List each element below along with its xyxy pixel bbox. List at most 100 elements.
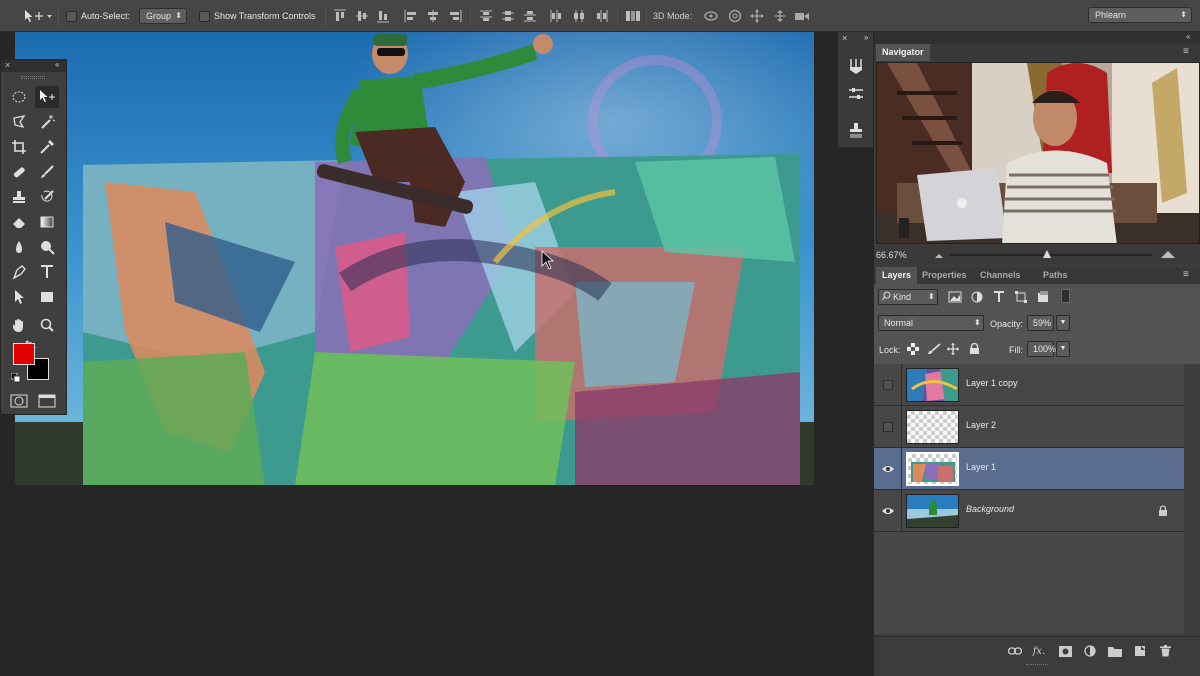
lock-position-icon[interactable] — [947, 343, 959, 355]
close-icon[interactable]: × — [842, 33, 847, 43]
hand-tool-icon[interactable] — [7, 314, 31, 336]
collapse-icon[interactable]: « — [1186, 32, 1190, 41]
auto-select-checkbox[interactable] — [65, 8, 77, 24]
move-tool-icon[interactable] — [35, 86, 59, 108]
crop-tool-icon[interactable] — [7, 136, 31, 158]
layer-row-background[interactable]: Background — [874, 490, 1184, 532]
3d-scale-icon[interactable] — [793, 8, 811, 24]
rectangle-tool-icon[interactable] — [35, 286, 59, 308]
align-hcenter-icon[interactable] — [425, 8, 441, 24]
layers-scrollbar[interactable] — [1184, 364, 1200, 634]
3d-pan-icon[interactable] — [748, 8, 766, 24]
visibility-toggle[interactable] — [874, 406, 902, 448]
tab-paths[interactable]: Paths — [1037, 267, 1074, 284]
lock-icon[interactable] — [1158, 505, 1168, 516]
layer-filter-dropdown[interactable]: Kind ⬍ — [878, 289, 938, 305]
history-brush-icon[interactable] — [35, 186, 59, 208]
layer-row-layer-1[interactable]: Layer 1 — [874, 448, 1184, 490]
default-colors-icon[interactable] — [11, 373, 21, 383]
screen-mode-icon[interactable] — [35, 390, 59, 412]
filter-pixel-icon[interactable] — [948, 290, 962, 304]
pen-tool-icon[interactable] — [7, 261, 31, 283]
gradient-tool-icon[interactable] — [35, 211, 59, 233]
fx-icon[interactable]: fx. — [1032, 644, 1046, 658]
lock-all-icon[interactable] — [969, 343, 980, 355]
auto-align-icon[interactable] — [624, 8, 642, 24]
path-selection-icon[interactable] — [7, 286, 31, 308]
distribute-top-icon[interactable] — [478, 8, 494, 24]
eyedropper-icon[interactable] — [35, 136, 59, 158]
dock-header[interactable]: « — [874, 32, 1200, 44]
opacity-chevron-icon[interactable]: ▼ — [1056, 315, 1070, 331]
tab-navigator[interactable]: Navigator — [876, 44, 930, 61]
filter-adjustment-icon[interactable] — [970, 290, 984, 304]
document-canvas[interactable] — [15, 32, 814, 485]
layer-name[interactable]: Layer 1 — [966, 462, 996, 472]
type-tool-icon[interactable] — [35, 261, 59, 283]
align-vcenter-icon[interactable] — [354, 8, 370, 24]
folder-icon[interactable] — [1108, 644, 1122, 658]
adjustment-layer-icon[interactable] — [1083, 644, 1097, 658]
show-transform-checkbox[interactable] — [198, 8, 210, 24]
zoom-slider-track[interactable] — [950, 254, 1152, 256]
distribute-bottom-icon[interactable] — [522, 8, 538, 24]
align-bottom-icon[interactable] — [375, 8, 391, 24]
navigator-thumbnail[interactable] — [876, 62, 1200, 244]
opacity-input[interactable]: 59% — [1027, 315, 1054, 331]
visibility-toggle[interactable] — [874, 490, 902, 532]
lock-pixels-icon[interactable] — [927, 343, 941, 355]
align-top-icon[interactable] — [332, 8, 348, 24]
close-icon[interactable]: × — [5, 60, 10, 70]
panel-menu-icon[interactable]: ≡ — [1183, 46, 1189, 57]
panel-menu-icon[interactable]: ≡ — [1183, 269, 1189, 280]
resize-grip-icon[interactable] — [1026, 664, 1048, 667]
auto-select-dropdown[interactable]: Group — [139, 8, 187, 24]
zoom-out-icon[interactable] — [934, 251, 944, 259]
blend-mode-dropdown[interactable]: Normal ⬍ — [878, 315, 984, 331]
grip-icon[interactable] — [21, 76, 45, 79]
align-right-icon[interactable] — [447, 8, 463, 24]
3d-roll-icon[interactable] — [726, 8, 744, 24]
align-left-icon[interactable] — [403, 8, 419, 24]
clone-source-icon[interactable] — [842, 118, 869, 142]
foreground-color-swatch[interactable] — [13, 343, 35, 365]
layer-row-layer-1-copy[interactable]: Layer 1 copy — [874, 364, 1184, 406]
marquee-tool-icon[interactable] — [7, 86, 31, 108]
distribute-vcenter-icon[interactable] — [500, 8, 516, 24]
fill-input[interactable]: 100% — [1027, 341, 1056, 357]
adjustments-icon[interactable] — [842, 82, 869, 106]
visibility-toggle[interactable] — [874, 364, 902, 406]
fill-chevron-icon[interactable]: ▼ — [1056, 341, 1070, 357]
filter-smart-object-icon[interactable] — [1036, 290, 1050, 304]
clone-stamp-icon[interactable] — [7, 186, 31, 208]
tab-properties[interactable]: Properties — [916, 267, 973, 284]
healing-brush-icon[interactable] — [7, 161, 31, 183]
workspace-dropdown[interactable]: Phlearn — [1088, 7, 1192, 23]
quick-mask-icon[interactable] — [7, 390, 31, 412]
layer-name[interactable]: Layer 1 copy — [966, 378, 1018, 388]
lasso-tool-icon[interactable] — [7, 111, 31, 133]
distribute-left-icon[interactable] — [548, 8, 564, 24]
dodge-tool-icon[interactable] — [35, 236, 59, 258]
eraser-tool-icon[interactable] — [7, 211, 31, 233]
layer-name[interactable]: Background — [966, 504, 1014, 514]
add-mask-icon[interactable] — [1058, 644, 1072, 658]
tools-panel-header[interactable]: × « — [1, 60, 66, 72]
filter-shape-icon[interactable] — [1014, 290, 1028, 304]
tab-channels[interactable]: Channels — [974, 267, 1027, 284]
layer-row-layer-2[interactable]: Layer 2 — [874, 406, 1184, 448]
tab-layers[interactable]: Layers — [876, 267, 918, 284]
zoom-in-icon[interactable] — [1160, 249, 1176, 259]
distribute-hcenter-icon[interactable] — [571, 8, 587, 24]
filter-toggle[interactable] — [1061, 289, 1070, 303]
magic-wand-icon[interactable] — [35, 111, 59, 133]
blur-tool-icon[interactable] — [7, 236, 31, 258]
brush-presets-icon[interactable] — [842, 54, 869, 78]
collapse-icon[interactable]: » — [864, 33, 868, 42]
trash-icon[interactable] — [1158, 644, 1172, 658]
zoom-level[interactable]: 66.67% — [876, 250, 907, 260]
move-tool-preset-icon[interactable] — [20, 8, 54, 24]
zoom-tool-icon[interactable] — [35, 314, 59, 336]
zoom-slider-handle[interactable] — [1043, 250, 1051, 258]
layer-name[interactable]: Layer 2 — [966, 420, 996, 430]
